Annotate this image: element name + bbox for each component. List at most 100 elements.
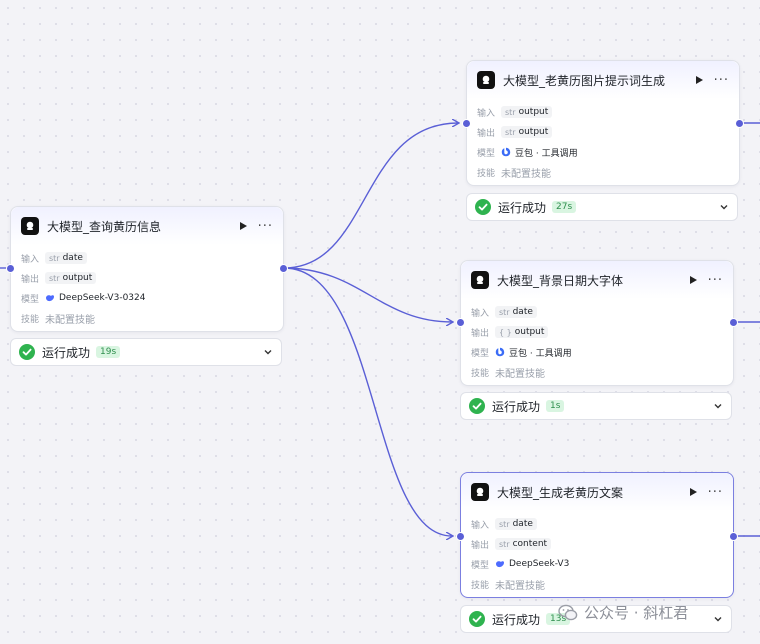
model-label: 模型 <box>471 348 490 359</box>
param-name: output <box>518 107 549 117</box>
llm-node-query-almanac[interactable]: 大模型_查询黄历信息 ··· 输入 str date 输出 str output 模… <box>10 206 284 332</box>
node-title: 大模型_背景日期大字体 <box>497 273 624 288</box>
node-header: 大模型_查询黄历信息 ··· <box>11 207 283 245</box>
param-name: date <box>512 519 533 529</box>
status-text: 运行成功 <box>42 345 91 360</box>
more-icon[interactable]: ··· <box>708 485 723 500</box>
param-name: content <box>512 539 548 549</box>
type-label: str <box>499 539 510 549</box>
chevron-down-icon <box>714 404 722 409</box>
watermark-text: 公众号 · 斜杠君 <box>584 604 689 622</box>
llm-logo-icon <box>21 217 39 235</box>
status-text: 运行成功 <box>492 399 541 414</box>
input-param: str date <box>45 252 87 264</box>
output-label: 输出 <box>21 274 40 285</box>
llm-logo-icon <box>477 71 495 89</box>
skill-label: 技能 <box>471 580 490 591</box>
output-port[interactable] <box>735 119 744 128</box>
more-icon[interactable]: ··· <box>258 219 273 234</box>
model-name: DeepSeek-V3-0324 <box>59 293 146 303</box>
output-label: 输出 <box>477 128 496 139</box>
status-text: 运行成功 <box>498 200 547 215</box>
param-name: output <box>62 273 93 283</box>
input-param: str output <box>501 106 553 118</box>
llm-node-image-prompt[interactable]: 大模型_老黄历图片提示词生成 ··· 输入 str output 输出 str ou… <box>466 60 740 186</box>
wechat-icon <box>558 604 578 620</box>
chevron-down-icon <box>720 205 728 210</box>
chevron-down-icon <box>714 617 722 622</box>
run-icon[interactable] <box>236 219 250 233</box>
skill-label: 技能 <box>471 368 490 379</box>
input-param: str date <box>495 518 537 530</box>
param-name: output <box>514 327 545 337</box>
chevron-down-icon <box>264 350 272 355</box>
model-name: 豆包 · 工具调用 <box>509 348 572 359</box>
run-status-bar[interactable]: 运行成功 1s <box>460 392 732 420</box>
model-label: 模型 <box>21 294 40 305</box>
run-icon[interactable] <box>686 485 700 499</box>
edge-to-copy-node <box>283 267 452 536</box>
model-info: 豆包 · 工具调用 <box>501 146 578 159</box>
watermark: 公众号 · 斜杠君 <box>558 602 688 623</box>
output-port[interactable] <box>729 532 738 541</box>
input-label: 输入 <box>21 254 40 265</box>
output-label: 输出 <box>471 540 490 551</box>
node-title: 大模型_查询黄历信息 <box>47 219 162 234</box>
skill-label: 技能 <box>477 168 496 179</box>
model-label: 模型 <box>471 560 490 571</box>
model-info: DeepSeek-V3-0324 <box>45 293 145 303</box>
skill-label: 技能 <box>21 314 40 325</box>
deepseek-whale-icon <box>46 295 54 302</box>
node-header: 大模型_生成老黄历文案 ··· <box>461 473 733 511</box>
run-status-bar[interactable]: 运行成功 27s <box>466 193 738 221</box>
input-port[interactable] <box>462 119 471 128</box>
output-param: str content <box>495 538 552 550</box>
node-title: 大模型_老黄历图片提示词生成 <box>503 73 666 88</box>
type-label: str <box>49 273 60 283</box>
param-name: date <box>512 307 533 317</box>
llm-node-date-font[interactable]: 大模型_背景日期大字体 ··· 输入 str date 输出 { } output … <box>460 260 734 386</box>
type-label: str <box>49 253 60 263</box>
input-port[interactable] <box>456 532 465 541</box>
run-status-bar[interactable]: 运行成功 19s <box>10 338 282 366</box>
doubao-icon <box>495 347 505 357</box>
output-param: { } output <box>495 326 549 338</box>
more-icon[interactable]: ··· <box>708 273 723 288</box>
input-port[interactable] <box>6 264 15 273</box>
input-label: 输入 <box>471 520 490 531</box>
success-check-icon <box>469 611 485 627</box>
skill-value: 未配置技能 <box>495 580 545 592</box>
input-port[interactable] <box>456 318 465 327</box>
duration-badge: 27s <box>552 201 577 213</box>
doubao-icon <box>501 147 511 157</box>
model-info: DeepSeek-V3 <box>495 559 569 569</box>
status-text: 运行成功 <box>492 612 541 627</box>
output-param: str output <box>501 126 553 138</box>
run-icon[interactable] <box>692 73 706 87</box>
node-title: 大模型_生成老黄历文案 <box>497 485 624 500</box>
node-header: 大模型_背景日期大字体 ··· <box>461 261 733 299</box>
skill-value: 未配置技能 <box>45 314 95 326</box>
param-name: date <box>62 253 83 263</box>
type-label: str <box>505 107 516 117</box>
node-header: 大模型_老黄历图片提示词生成 ··· <box>467 61 739 99</box>
llm-logo-icon <box>471 271 489 289</box>
success-check-icon <box>469 398 485 414</box>
edge-to-prompt-node <box>283 123 458 269</box>
model-info: 豆包 · 工具调用 <box>495 346 572 359</box>
model-name: DeepSeek-V3 <box>509 559 570 569</box>
output-port[interactable] <box>729 318 738 327</box>
skill-value: 未配置技能 <box>495 368 545 380</box>
duration-badge: 1s <box>546 400 565 412</box>
output-port[interactable] <box>279 264 288 273</box>
input-label: 输入 <box>471 308 490 319</box>
duration-badge: 19s <box>96 346 121 358</box>
output-param: str output <box>45 272 97 284</box>
input-label: 输入 <box>477 108 496 119</box>
type-label: str <box>505 127 516 137</box>
llm-node-generate-copy[interactable]: 大模型_生成老黄历文案 ··· 输入 str date 输出 str content… <box>460 472 734 598</box>
more-icon[interactable]: ··· <box>714 73 729 88</box>
run-icon[interactable] <box>686 273 700 287</box>
type-label: str <box>499 519 510 529</box>
skill-value: 未配置技能 <box>501 168 551 180</box>
